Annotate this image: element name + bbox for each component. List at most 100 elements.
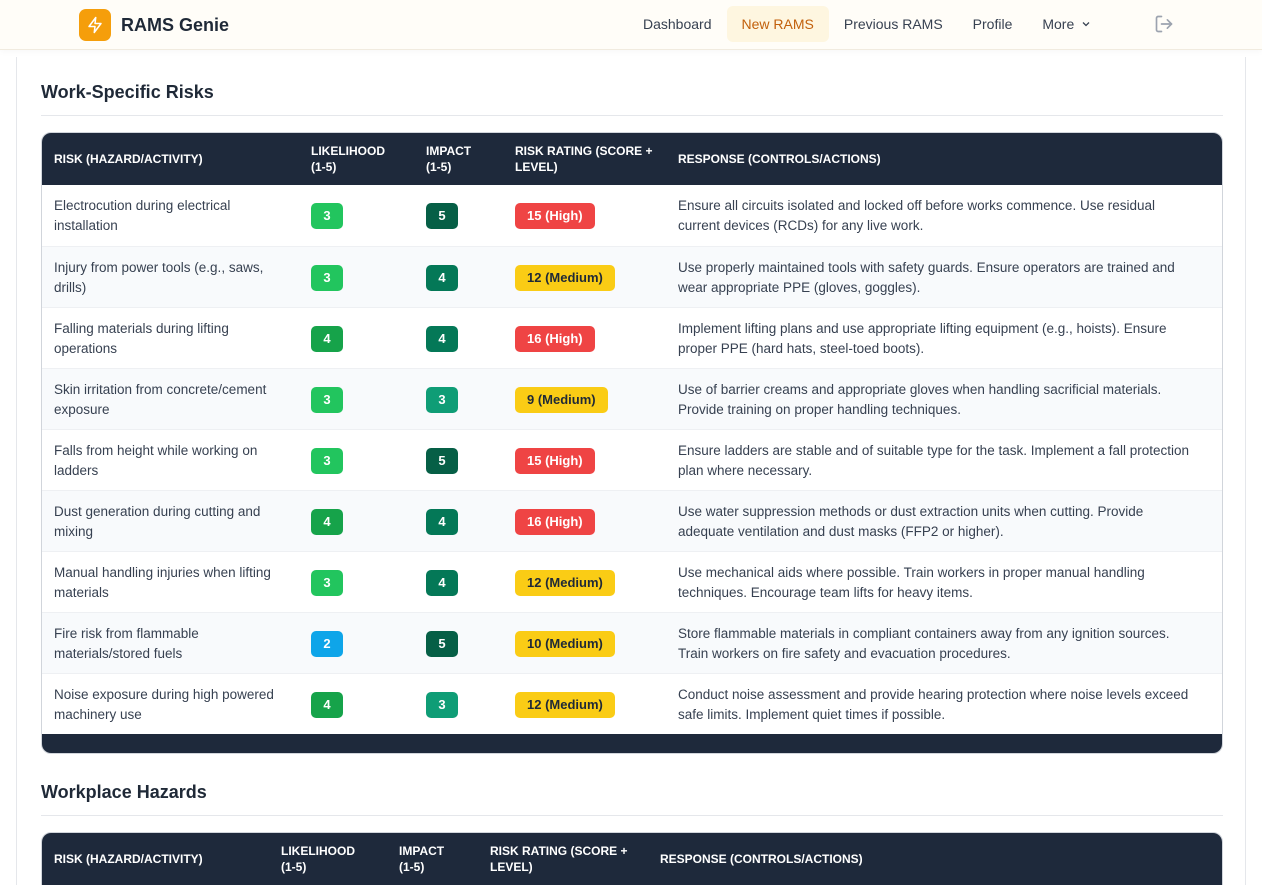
risk-rating-badge: 12 (Medium) [515,264,615,291]
section-divider [41,115,1223,116]
risk-rating-badge: 15 (High) [515,447,595,474]
cell-likelihood: 3 [311,185,343,246]
col-risk-rating-label: Risk Rating (Score + Level) [490,844,628,874]
col-risk-rating: Risk Rating (Score + Level) [490,833,627,885]
cell-response: Store flammable materials in compliant c… [678,625,1170,661]
impact-badge: 3 [426,691,458,718]
section-title-work-specific: Work-Specific Risks [41,82,214,102]
impact-badge: 4 [426,325,458,352]
cell-impact: 5 [426,185,458,246]
likelihood-badge: 3 [311,202,343,229]
cell-likelihood: 2 [311,613,343,674]
risk-rating-badge: 12 (Medium) [515,691,615,718]
likelihood-badge: 3 [311,264,343,291]
cell-likelihood: 3 [311,369,343,430]
cell-likelihood: 4 [311,674,343,735]
top-navbar: RAMS Genie Dashboard New RAMS Previous R… [0,0,1262,50]
col-impact: Impact (1-5) [426,133,471,185]
cell-likelihood: 3 [311,430,343,491]
col-likelihood-label: Likelihood (1-5) [281,844,355,874]
impact-badge: 4 [426,569,458,596]
cell-risk-rating: 9 (Medium) [515,369,608,430]
nav-new-rams[interactable]: New RAMS [726,6,829,42]
table-footer [42,734,1222,753]
cell-risk: Manual handling injuries when lifting mat… [54,564,271,600]
col-likelihood: Likelihood (1-5) [311,133,385,185]
cell-response: Ensure all circuits isolated and locked … [678,197,1155,233]
cell-risk-rating: 12 (Medium) [515,552,615,613]
likelihood-badge: 4 [311,325,343,352]
cell-response: Use mechanical aids where possible. Trai… [678,564,1145,600]
cell-risk-rating: 12 (Medium) [515,674,615,735]
impact-badge: 3 [426,386,458,413]
risk-rating-badge: 10 (Medium) [515,630,615,657]
impact-badge: 4 [426,264,458,291]
main-nav: Dashboard New RAMS Previous RAMS Profile… [628,6,1107,42]
table-header: Risk (Hazard/Activity) Likelihood (1-5) I… [42,133,1222,185]
cell-risk: Skin irritation from concrete/cement expo… [54,381,267,417]
col-response: Response (Controls/Actions) [660,833,863,885]
logout-icon[interactable] [1154,14,1174,34]
rams-content: Work-Specific Risks Risk (Hazard/Activit… [16,57,1246,885]
cell-response: Use properly maintained tools with safet… [678,259,1175,295]
section-title-workplace-hazards: Workplace Hazards [41,782,207,802]
cell-risk: Falls from height while working on ladder… [54,442,258,478]
cell-impact: 3 [426,369,458,430]
nav-dashboard[interactable]: Dashboard [628,6,727,42]
cell-risk: Fire risk from flammable materials/stored… [54,625,199,661]
table-body: Electrocution during electrical installat… [42,185,1222,734]
risk-rating-badge: 16 (High) [515,508,595,535]
table-row: Skin irritation from concrete/cement expo… [42,368,1222,429]
risk-rating-badge: 15 (High) [515,202,595,229]
cell-risk-rating: 15 (High) [515,185,595,246]
cell-impact: 3 [426,674,458,735]
col-impact-label: Impact (1-5) [399,844,445,874]
col-risk: Risk (Hazard/Activity) [54,133,203,185]
impact-badge: 5 [426,202,458,229]
nav-profile[interactable]: Profile [958,6,1028,42]
col-response: Response (Controls/Actions) [678,133,881,185]
nav-profile-label: Profile [972,16,1013,32]
likelihood-badge: 3 [311,386,343,413]
work-specific-risks-table: Risk (Hazard/Activity) Likelihood (1-5) I… [41,132,1223,754]
impact-badge: 4 [426,508,458,535]
app-name: RAMS Genie [121,14,230,35]
cell-risk-rating: 10 (Medium) [515,613,615,674]
nav-previous-rams-label: Previous RAMS [843,16,943,32]
cell-likelihood: 4 [311,308,343,369]
table-row: Electrocution during electrical installat… [42,185,1222,246]
cell-impact: 4 [426,247,458,308]
cell-risk-rating: 15 (High) [515,430,595,491]
table-row: Dust generation during cutting and mixing… [42,490,1222,551]
workplace-hazards-table: Risk (Hazard/Activity) Likelihood (1-5) I… [41,832,1223,885]
cell-risk: Falling materials during lifting operatio… [54,320,229,356]
nav-more-label: More [1042,16,1075,32]
cell-response: Use of barrier creams and appropriate gl… [678,381,1162,417]
likelihood-badge: 3 [311,447,343,474]
col-risk-rating: Risk Rating (Score + Level) [515,133,652,185]
cell-response: Conduct noise assessment and provide hea… [678,686,1189,722]
cell-risk: Noise exposure during high powered machin… [54,686,274,722]
table-row: Manual handling injuries when lifting mat… [42,551,1222,612]
col-impact: Impact (1-5) [399,833,444,885]
risk-rating-badge: 9 (Medium) [515,386,608,413]
cell-risk-rating: 12 (Medium) [515,247,615,308]
nav-previous-rams[interactable]: Previous RAMS [829,6,958,42]
table-row: Falling materials during lifting operatio… [42,307,1222,368]
cell-likelihood: 3 [311,552,343,613]
col-likelihood-label: Likelihood (1-5) [311,144,385,174]
cell-impact: 4 [426,308,458,369]
col-risk-label: Risk (Hazard/Activity) [54,152,203,166]
col-risk-rating-label: Risk Rating (Score + Level) [515,144,653,174]
likelihood-badge: 4 [311,508,343,535]
cell-impact: 4 [426,491,458,552]
cell-response: Implement lifting plans and use appropri… [678,320,1167,356]
cell-impact: 4 [426,552,458,613]
cell-likelihood: 4 [311,491,343,552]
lightning-icon [79,9,111,41]
table-row: Injury from power tools (e.g., saws, dril… [42,246,1222,307]
brand-logo-link[interactable]: RAMS Genie [79,9,229,41]
cell-response: Ensure ladders are stable and of suitabl… [678,442,1190,478]
cell-risk-rating: 16 (High) [515,308,595,369]
nav-more-dropdown[interactable]: More [1027,6,1107,42]
